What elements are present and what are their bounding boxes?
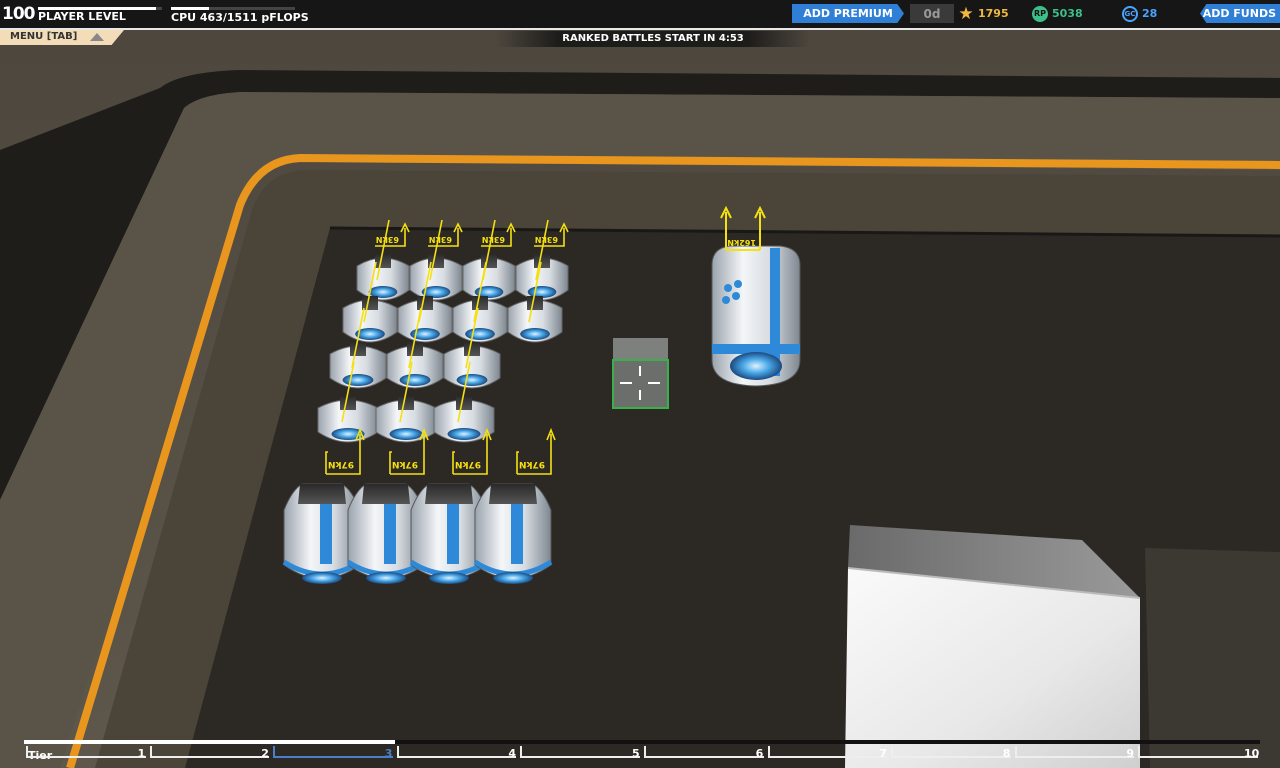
- garage-scene[interactable]: 63kN 63kN 63kN 63kN 162kN 97kN 97kN 97kN 97kN: [0, 0, 1280, 768]
- tier-number-3: 3: [384, 747, 393, 760]
- menu-up-arrow-icon: [90, 33, 104, 41]
- thrust-label: 63kN: [376, 235, 399, 244]
- tier-cell-10: [1138, 746, 1258, 758]
- thrust-label: 97kN: [519, 459, 545, 469]
- tier-cell-7: [767, 746, 888, 758]
- top-hud: 100 PLAYER LEVEL CPU 463/1511 pFLOPS ADD…: [0, 0, 1280, 30]
- tier-number-9: 9: [1126, 747, 1135, 760]
- large-thruster[interactable]: [711, 245, 801, 387]
- medium-thruster[interactable]: [473, 483, 553, 584]
- player-level-number: 100: [2, 4, 35, 24]
- tier-number-6: 6: [755, 747, 764, 760]
- galaxy-coins-icon: GC: [1122, 5, 1138, 22]
- menu-tab-button[interactable]: MENU [TAB]: [0, 30, 124, 45]
- tier-number-4: 4: [508, 747, 517, 760]
- tier-cell-1: [26, 746, 146, 758]
- thrust-label: 63kN: [535, 235, 558, 244]
- cpu-bar-fill: [171, 7, 210, 10]
- tier-cell-6: [644, 746, 764, 758]
- player-level-label: PLAYER LEVEL: [38, 10, 126, 23]
- tier-cell-5: [520, 746, 640, 758]
- add-funds-button[interactable]: ADD FUNDS: [1200, 4, 1280, 23]
- thrust-label: 63kN: [429, 235, 452, 244]
- stars-counter: ★ 1795: [958, 3, 1009, 24]
- galaxy-coins-counter: GC 28: [1122, 5, 1157, 22]
- tier-number-8: 8: [1002, 747, 1011, 760]
- stars-value: 1795: [978, 7, 1009, 20]
- galaxy-coins-value: 28: [1142, 7, 1158, 20]
- tier-cell-3: [273, 746, 393, 758]
- thrust-label: 63kN: [482, 235, 505, 244]
- robot-points-counter: RP 5038: [1032, 5, 1083, 22]
- star-icon: ★: [958, 3, 974, 24]
- tier-number-7: 7: [879, 747, 887, 760]
- cpu-bar: [171, 7, 295, 10]
- premium-days: 0d: [910, 4, 954, 23]
- thrust-label: 97kN: [328, 459, 354, 469]
- thrust-label: 97kN: [455, 459, 481, 469]
- cpu-label: CPU 463/1511 pFLOPS: [171, 11, 309, 24]
- tier-cell-8: [891, 746, 1011, 758]
- tier-cell-2: [149, 746, 270, 758]
- thrust-label: 97kN: [392, 459, 418, 469]
- robot-points-value: 5038: [1052, 7, 1083, 20]
- robot-points-icon: RP: [1032, 5, 1048, 22]
- add-premium-button[interactable]: ADD PREMIUM: [792, 4, 904, 23]
- ranked-battles-banner: RANKED BATTLES START IN 4:53: [496, 31, 810, 47]
- menu-label: MENU [TAB]: [10, 31, 78, 42]
- tier-number-1: 1: [137, 747, 146, 760]
- large-thrust-label: 162kN: [727, 238, 756, 247]
- tier-number-5: 5: [632, 747, 640, 760]
- pilot-seat-cube[interactable]: [612, 338, 669, 409]
- tier-bar: Tier 1 2 3 4 5 6 7 8 9 10: [24, 744, 1260, 768]
- tier-cell-4: [396, 746, 517, 758]
- armor-cube[interactable]: [845, 525, 1141, 768]
- tier-number-10: 10: [1244, 747, 1260, 760]
- tier-cell-9: [1014, 746, 1135, 758]
- tier-number-2: 2: [261, 747, 269, 760]
